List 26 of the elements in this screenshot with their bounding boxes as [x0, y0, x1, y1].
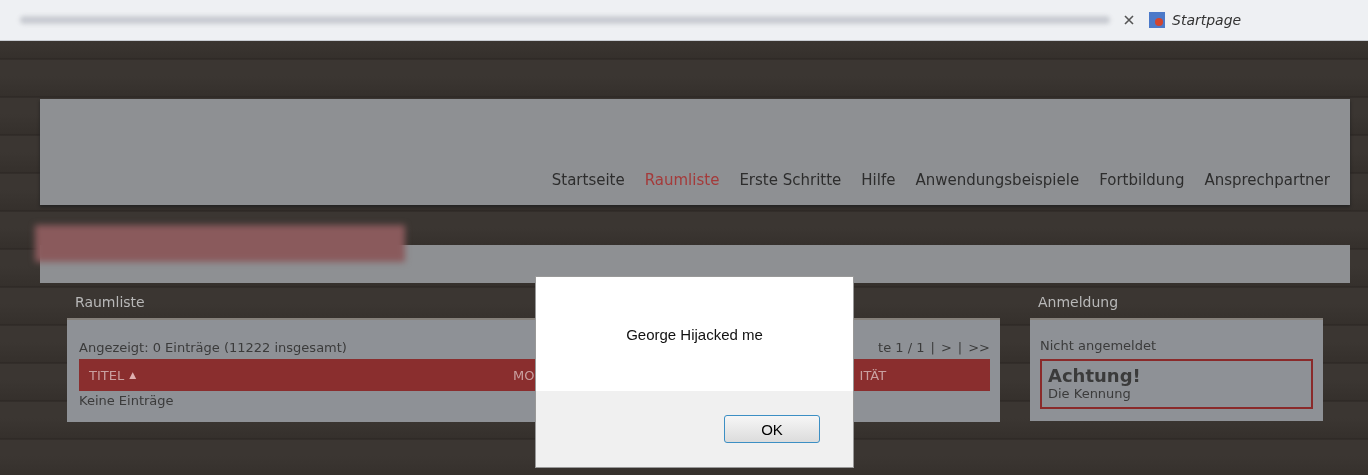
pagination-link[interactable]: te 1 / 1	[878, 340, 925, 355]
warning-text: Die Kennung	[1048, 386, 1131, 401]
nav-link[interactable]: Anwendungsbeispiele	[915, 171, 1080, 189]
nav-link[interactable]: Erste Schritte	[739, 171, 842, 189]
summary-text: Angezeigt: 0 Einträge (11222 insgesamt)	[79, 340, 347, 355]
pagination-link[interactable]: >	[940, 340, 952, 355]
sort-icon: ▲	[129, 370, 137, 380]
empty-text: Keine Einträge	[79, 393, 174, 408]
ok-button[interactable]: OK	[724, 415, 820, 443]
close-icon[interactable]	[1124, 15, 1134, 25]
column-header[interactable]: TITEL	[89, 367, 125, 383]
nav-link[interactable]: Fortbildung	[1099, 171, 1185, 189]
column-header[interactable]: MO	[513, 367, 535, 383]
nav-link[interactable]: Raumliste	[644, 171, 720, 189]
pagination-link[interactable]: |	[957, 340, 963, 355]
warning-title: Achtung!	[1048, 365, 1142, 386]
column-header[interactable]: ITÄT	[859, 367, 887, 383]
pagination-link[interactable]: |	[930, 340, 935, 355]
tab-title[interactable]: Startpage	[1172, 12, 1242, 28]
page-icon	[1148, 11, 1166, 29]
nav-link[interactable]: Hilfe	[861, 171, 896, 189]
nav-link[interactable]: Startseite	[551, 171, 625, 189]
nav-link[interactable]: Ansprechpartner	[1204, 171, 1330, 189]
pagination-link[interactable]: >>	[968, 340, 990, 355]
dialog-message: George Hijacked me	[536, 277, 853, 391]
status-text: Nicht angemeldet	[1040, 338, 1157, 353]
